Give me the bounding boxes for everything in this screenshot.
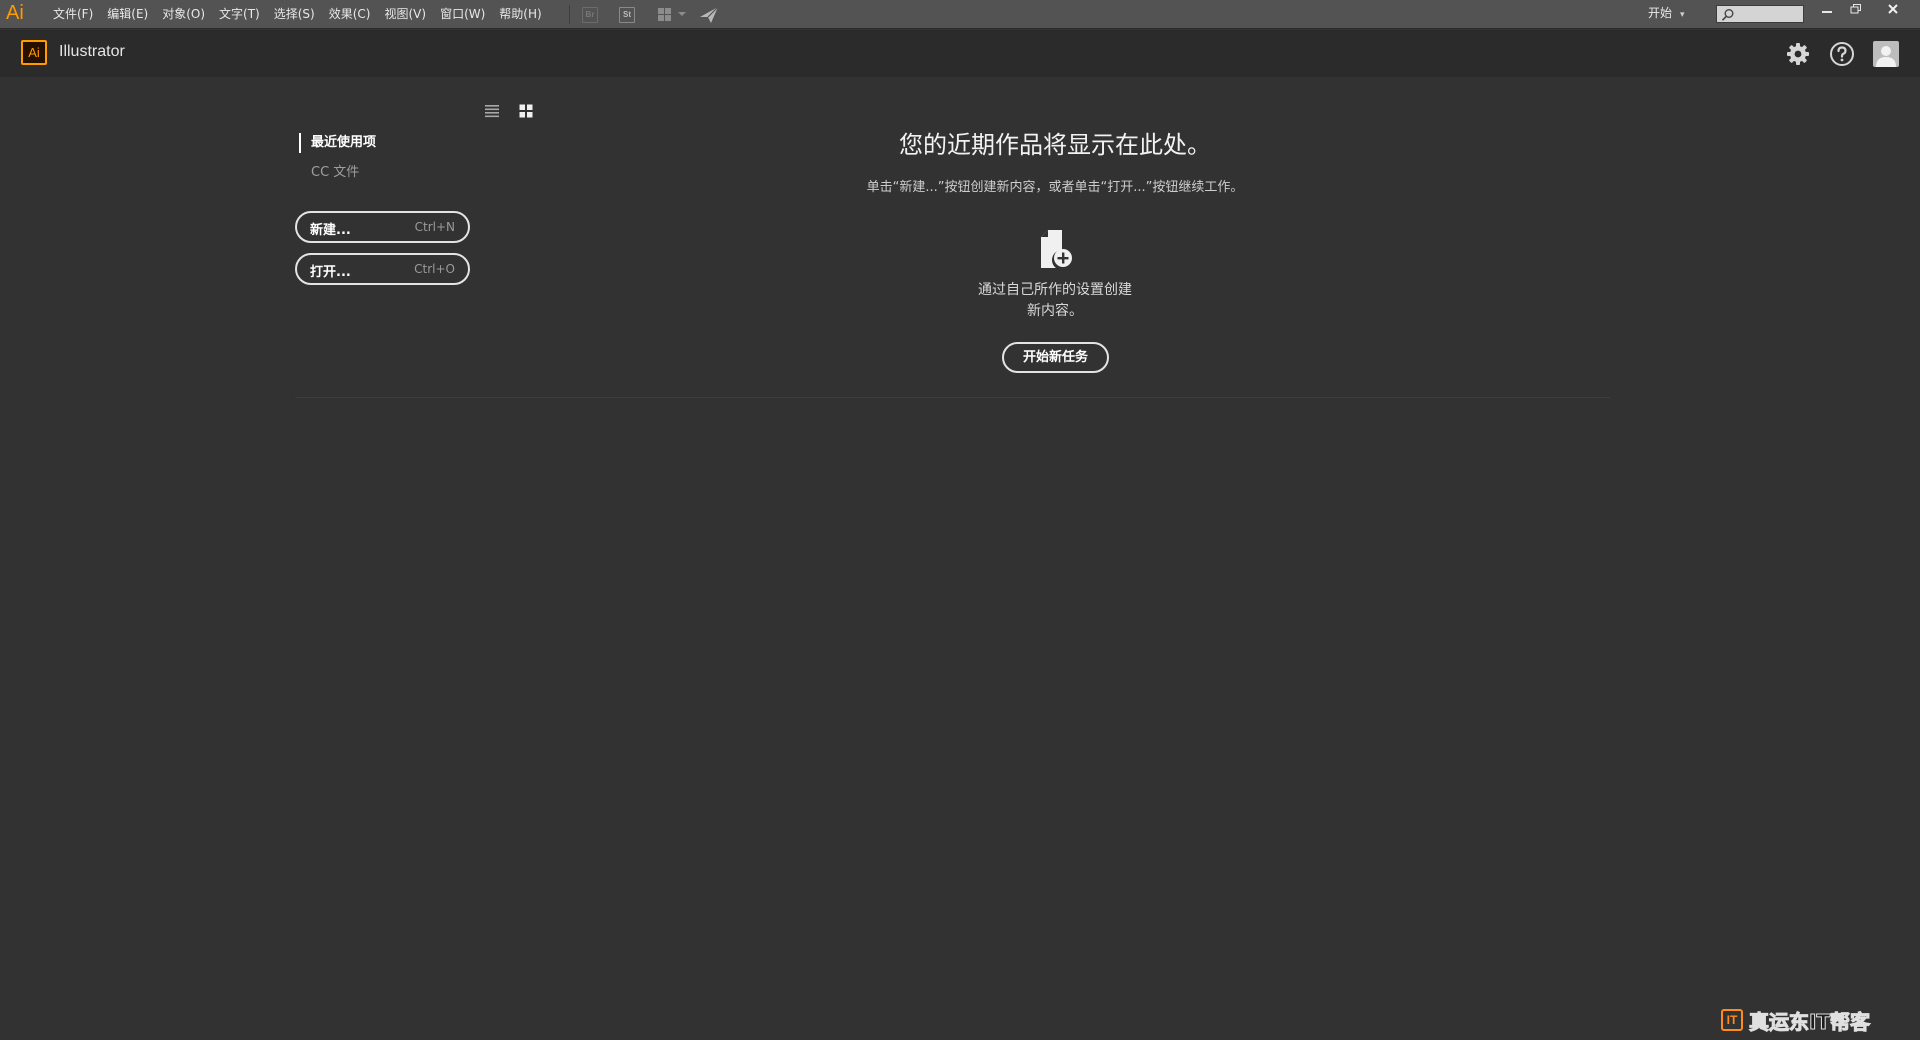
- restore-icon: [1850, 4, 1861, 14]
- workspace-label: 开始: [1648, 6, 1673, 20]
- send-plane-icon[interactable]: [698, 5, 720, 25]
- menu-bar: Ai 文件(F) 编辑(E) 对象(O) 文字(T) 选择(S) 效果(C) 视…: [0, 0, 1920, 29]
- app-title-bar: Ai Illustrator: [0, 30, 1920, 77]
- minimize-button[interactable]: [1813, 0, 1841, 20]
- close-icon: [1888, 4, 1898, 14]
- bridge-icon[interactable]: Br: [582, 7, 598, 23]
- arrange-documents-icon[interactable]: [656, 6, 688, 24]
- stock-icon[interactable]: St: [619, 7, 635, 23]
- close-button[interactable]: [1879, 0, 1907, 20]
- app-name: Illustrator: [59, 43, 125, 60]
- app-logo[interactable]: Ai: [6, 2, 24, 25]
- minimize-icon: [1822, 11, 1832, 13]
- watermark-text: 真运东IT帮客: [1748, 1009, 1871, 1034]
- gear-icon[interactable]: [1785, 41, 1811, 67]
- menu-object[interactable]: 对象(O): [155, 0, 212, 29]
- recent-empty-heading: 您的近期作品将显示在此处。: [899, 131, 1211, 159]
- open-file-shortcut: Ctrl+O: [414, 262, 455, 276]
- content-divider: [295, 397, 1610, 398]
- help-search-box[interactable]: [1716, 5, 1804, 23]
- create-desc-line-1: 通过自己所作的设置创建: [978, 282, 1132, 298]
- menu-edit[interactable]: 编辑(E): [100, 0, 155, 29]
- create-new-description: 通过自己所作的设置创建 新内容。: [930, 280, 1180, 322]
- side-nav-recent[interactable]: 最近使用项: [299, 133, 376, 153]
- menu-file[interactable]: 文件(F): [46, 0, 100, 29]
- search-icon: [1721, 9, 1734, 21]
- side-nav-cc-files[interactable]: CC 文件: [299, 163, 376, 183]
- illustrator-badge: Ai: [21, 40, 47, 65]
- menu-window[interactable]: 窗口(W): [433, 0, 492, 29]
- menu-select[interactable]: 选择(S): [267, 0, 322, 29]
- menu-separator: [569, 5, 570, 24]
- restore-button[interactable]: [1842, 0, 1870, 20]
- workspace-switcher[interactable]: 开始 ▾: [1648, 0, 1685, 29]
- new-file-shortcut: Ctrl+N: [414, 220, 455, 234]
- chevron-down-icon: ▾: [1680, 10, 1685, 20]
- open-file-label: 打开...: [310, 265, 351, 280]
- start-new-task-button[interactable]: 开始新任务: [1002, 342, 1109, 373]
- new-file-button[interactable]: 新建... Ctrl+N: [295, 211, 470, 243]
- watermark: IT 真运东IT帮客: [1721, 1006, 1901, 1034]
- new-document-plus-icon: [1041, 230, 1072, 268]
- open-file-button[interactable]: 打开... Ctrl+O: [295, 253, 470, 285]
- menu-view[interactable]: 视图(V): [377, 0, 433, 29]
- menu-type[interactable]: 文字(T): [212, 0, 267, 29]
- menu-effect[interactable]: 效果(C): [322, 0, 378, 29]
- home-side-nav: 最近使用项 CC 文件: [299, 133, 376, 183]
- new-file-label: 新建...: [310, 223, 351, 238]
- user-profile-icon[interactable]: [1873, 41, 1899, 67]
- recent-empty-subheading: 单击“新建...”按钮创建新内容，或者单击“打开...”按钮继续工作。: [866, 180, 1244, 195]
- menu-help[interactable]: 帮助(H): [492, 0, 548, 29]
- grid-view-icon[interactable]: [518, 103, 534, 119]
- watermark-logo: IT: [1721, 1009, 1743, 1031]
- main-menu: 文件(F) 编辑(E) 对象(O) 文字(T) 选择(S) 效果(C) 视图(V…: [46, 0, 549, 29]
- create-desc-line-2: 新内容。: [1027, 303, 1083, 319]
- search-input[interactable]: [1735, 6, 1801, 22]
- list-view-icon[interactable]: [484, 103, 500, 119]
- help-icon[interactable]: [1829, 41, 1855, 67]
